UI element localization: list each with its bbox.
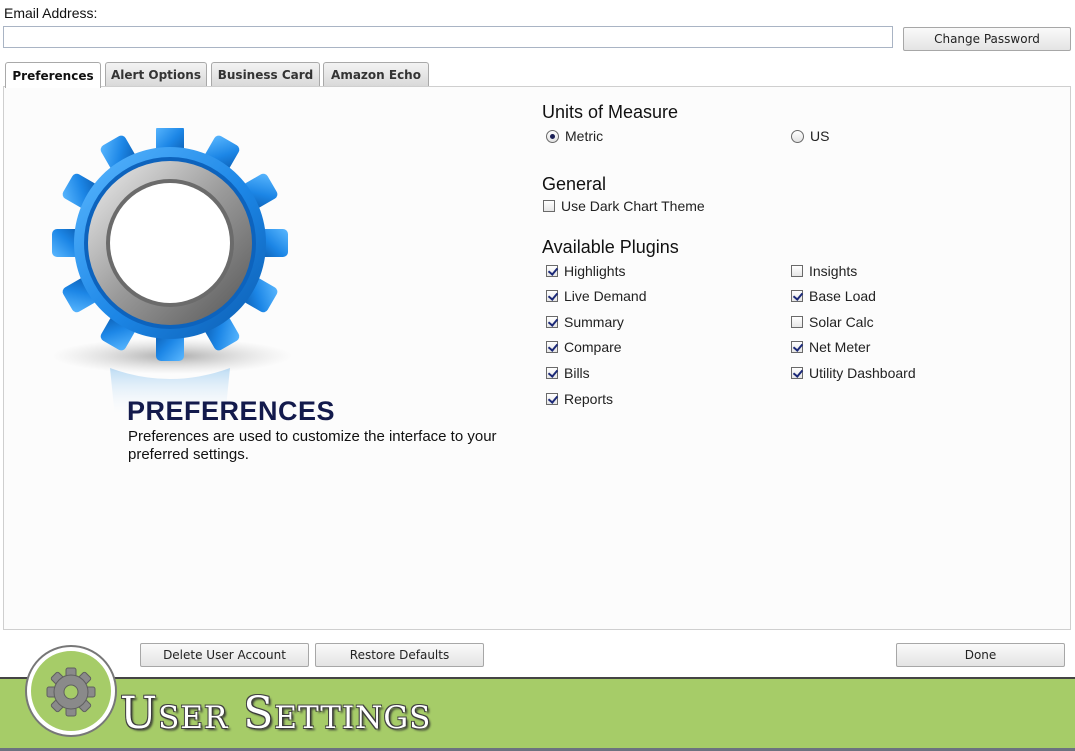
plugin-checkbox[interactable] bbox=[546, 367, 558, 379]
plugin-label: Compare bbox=[564, 339, 622, 355]
plugin-label: Summary bbox=[564, 314, 624, 330]
unit-option-us[interactable]: US bbox=[791, 128, 829, 144]
email-input[interactable] bbox=[3, 26, 893, 48]
plugin-summary[interactable]: Summary bbox=[546, 314, 624, 330]
unit-option-metric[interactable]: Metric bbox=[546, 128, 603, 144]
plugin-checkbox[interactable] bbox=[791, 367, 803, 379]
plugin-label: Insights bbox=[809, 263, 858, 279]
delete-account-button[interactable]: Delete User Account bbox=[140, 643, 309, 667]
dark-chart-checkbox[interactable] bbox=[543, 200, 555, 212]
plugin-utility-dashboard[interactable]: Utility Dashboard bbox=[791, 365, 916, 381]
plugin-compare[interactable]: Compare bbox=[546, 339, 622, 355]
dark-chart-label: Use Dark Chart Theme bbox=[561, 198, 705, 214]
hero-description: Preferences are used to customize the in… bbox=[128, 428, 497, 463]
metric-label: Metric bbox=[565, 128, 604, 144]
tab-business-card[interactable]: Business Card bbox=[211, 62, 320, 86]
us-label: US bbox=[810, 128, 830, 144]
dark-chart-option[interactable]: Use Dark Chart Theme bbox=[543, 198, 705, 214]
plugin-checkbox[interactable] bbox=[546, 265, 558, 277]
plugin-checkbox[interactable] bbox=[791, 316, 803, 328]
units-heading: Units of Measure bbox=[542, 102, 679, 122]
plugin-label: Solar Calc bbox=[809, 314, 874, 330]
plugin-label: Utility Dashboard bbox=[809, 365, 916, 381]
plugin-net-meter[interactable]: Net Meter bbox=[791, 339, 870, 355]
plugin-label: Net Meter bbox=[809, 339, 871, 355]
plugin-bills[interactable]: Bills bbox=[546, 365, 590, 381]
plugin-checkbox[interactable] bbox=[546, 316, 558, 328]
restore-defaults-button[interactable]: Restore Defaults bbox=[315, 643, 484, 667]
plugin-solar-calc[interactable]: Solar Calc bbox=[791, 314, 874, 330]
email-label: Email Address: bbox=[4, 5, 98, 21]
plugin-checkbox[interactable] bbox=[546, 341, 558, 353]
plugin-reports[interactable]: Reports bbox=[546, 391, 613, 407]
plugin-checkbox[interactable] bbox=[546, 290, 558, 302]
tab-preferences[interactable]: Preferences bbox=[5, 62, 101, 88]
change-password-button[interactable]: Change Password bbox=[903, 27, 1071, 51]
gear-icon bbox=[52, 128, 292, 418]
footer-logo bbox=[27, 647, 115, 735]
hero-title: PREFERENCES bbox=[127, 396, 336, 426]
footer-title: User Settings bbox=[120, 688, 432, 739]
plugin-label: Reports bbox=[564, 391, 614, 407]
plugin-base-load[interactable]: Base Load bbox=[791, 288, 876, 304]
plugin-label: Highlights bbox=[564, 263, 626, 279]
plugin-highlights[interactable]: Highlights bbox=[546, 263, 625, 279]
general-heading: General bbox=[542, 174, 607, 194]
tab-alert-options[interactable]: Alert Options bbox=[105, 62, 207, 86]
gear-icon bbox=[46, 667, 96, 717]
us-radio[interactable] bbox=[791, 129, 804, 143]
plugin-label: Live Demand bbox=[564, 288, 647, 304]
plugin-checkbox[interactable] bbox=[546, 393, 558, 405]
plugin-checkbox[interactable] bbox=[791, 290, 803, 302]
plugin-checkbox[interactable] bbox=[791, 265, 803, 277]
plugin-checkbox[interactable] bbox=[791, 341, 803, 353]
plugins-heading: Available Plugins bbox=[542, 237, 679, 257]
metric-radio[interactable] bbox=[546, 129, 559, 143]
tab-amazon-echo[interactable]: Amazon Echo bbox=[323, 62, 429, 86]
plugin-insights[interactable]: Insights bbox=[791, 263, 857, 279]
plugin-live-demand[interactable]: Live Demand bbox=[546, 288, 647, 304]
plugin-label: Base Load bbox=[809, 288, 876, 304]
plugin-label: Bills bbox=[564, 365, 590, 381]
done-button[interactable]: Done bbox=[896, 643, 1065, 667]
